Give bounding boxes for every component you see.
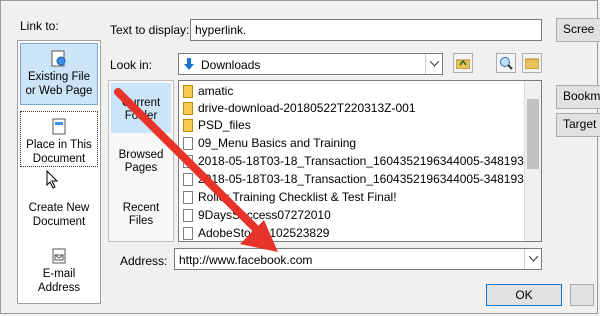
list-item[interactable]: 9DaysSuccess07272010 xyxy=(183,207,331,224)
image-file-icon xyxy=(183,227,193,240)
address-label: Address: xyxy=(120,254,168,268)
panel-item-label: Pages xyxy=(124,162,158,174)
panel-item-label: Recent xyxy=(122,202,160,214)
look-in-value: Downloads xyxy=(201,58,261,72)
address-value: http://www.facebook.com xyxy=(179,253,313,267)
look-in-dropdown[interactable]: Downloads xyxy=(178,53,443,75)
panel-item-label: Folder xyxy=(124,110,158,122)
screen-tip-button[interactable]: Scree xyxy=(556,18,600,42)
download-arrow-icon xyxy=(184,58,194,70)
folder-up-icon xyxy=(456,59,470,69)
chevron-down-icon[interactable] xyxy=(524,249,541,269)
list-item[interactable]: 09_Menu Basics and Training xyxy=(183,135,356,152)
sidebar-item-place-in-document[interactable]: Place in This Document xyxy=(20,111,98,167)
scrollbar-thumb[interactable] xyxy=(527,99,539,169)
sidebar-item-label: Place in This xyxy=(26,139,92,151)
list-item[interactable]: PSD_files xyxy=(183,117,251,134)
list-item[interactable]: Roller Training Checklist & Test Final! xyxy=(183,189,397,206)
sidebar-item-email-address[interactable]: E-mail Address xyxy=(20,245,98,299)
sidebar-item-label: Document xyxy=(32,216,86,228)
open-folder-icon xyxy=(525,58,539,69)
bookmark-button[interactable]: Bookm xyxy=(556,85,600,109)
sidebar-item-label: Existing File xyxy=(28,71,90,83)
panel-item-current-folder[interactable]: Current Folder xyxy=(111,83,171,133)
list-item[interactable]: 2018-05-18T03-18_Transaction_16043521963… xyxy=(183,153,531,170)
target-frame-button[interactable]: Target F xyxy=(556,113,600,137)
lookin-shortcuts-panel: Current Folder Browsed Pages Recent File… xyxy=(108,80,174,242)
cancel-button[interactable] xyxy=(570,284,594,306)
file-list[interactable]: amatic drive-download-20180522T220313Z-0… xyxy=(178,80,542,242)
sidebar-item-label: E-mail xyxy=(42,268,76,280)
panel-item-label: Browsed xyxy=(118,149,164,161)
sidebar-item-label: Create New xyxy=(28,202,90,214)
browse-web-button[interactable] xyxy=(496,53,516,73)
sidebar-item-label: or Web Page xyxy=(25,85,93,97)
ok-button[interactable]: OK xyxy=(486,284,562,306)
globe-search-icon xyxy=(500,57,513,70)
text-to-display-input[interactable] xyxy=(190,19,542,41)
list-item[interactable]: AdobeStock_102523829 xyxy=(183,225,329,241)
panel-item-label: Files xyxy=(128,215,154,227)
chevron-down-icon[interactable] xyxy=(425,54,442,74)
text-to-display-label: Text to display: xyxy=(110,23,190,37)
pdf-icon xyxy=(183,209,193,222)
email-icon xyxy=(52,248,66,264)
web-page-icon xyxy=(51,50,66,67)
sidebar-item-label: Document xyxy=(32,153,86,165)
pdf-icon xyxy=(183,191,193,204)
sidebar-item-existing-file[interactable]: Existing File or Web Page xyxy=(20,43,98,105)
zip-folder-icon xyxy=(183,119,193,132)
sidebar-item-create-new-document[interactable]: Create New Document xyxy=(20,191,98,237)
list-item[interactable]: drive-download-20180522T220313Z-001 xyxy=(183,100,416,117)
list-item[interactable]: 2018-05-18T03-18_Transaction_16043521963… xyxy=(183,171,541,188)
document-icon xyxy=(183,137,193,150)
look-in-label: Look in: xyxy=(110,58,153,72)
link-to-label: Link to: xyxy=(20,19,59,33)
up-folder-button[interactable] xyxy=(453,53,473,73)
file-list-scrollbar[interactable] xyxy=(524,81,541,241)
mouse-cursor-icon xyxy=(46,170,59,189)
list-item[interactable]: amatic xyxy=(183,83,233,100)
browse-file-button[interactable] xyxy=(522,53,542,73)
document-icon xyxy=(183,173,193,186)
document-anchor-icon xyxy=(52,118,66,135)
address-dropdown[interactable]: http://www.facebook.com xyxy=(174,248,542,270)
sidebar-item-label: Address xyxy=(37,282,81,294)
panel-item-label: Current xyxy=(121,97,161,109)
zip-folder-icon xyxy=(183,102,193,115)
panel-item-recent-files[interactable]: Recent Files xyxy=(111,202,171,228)
zip-folder-icon xyxy=(183,85,193,98)
panel-item-browsed-pages[interactable]: Browsed Pages xyxy=(111,149,171,175)
document-icon xyxy=(183,155,193,168)
